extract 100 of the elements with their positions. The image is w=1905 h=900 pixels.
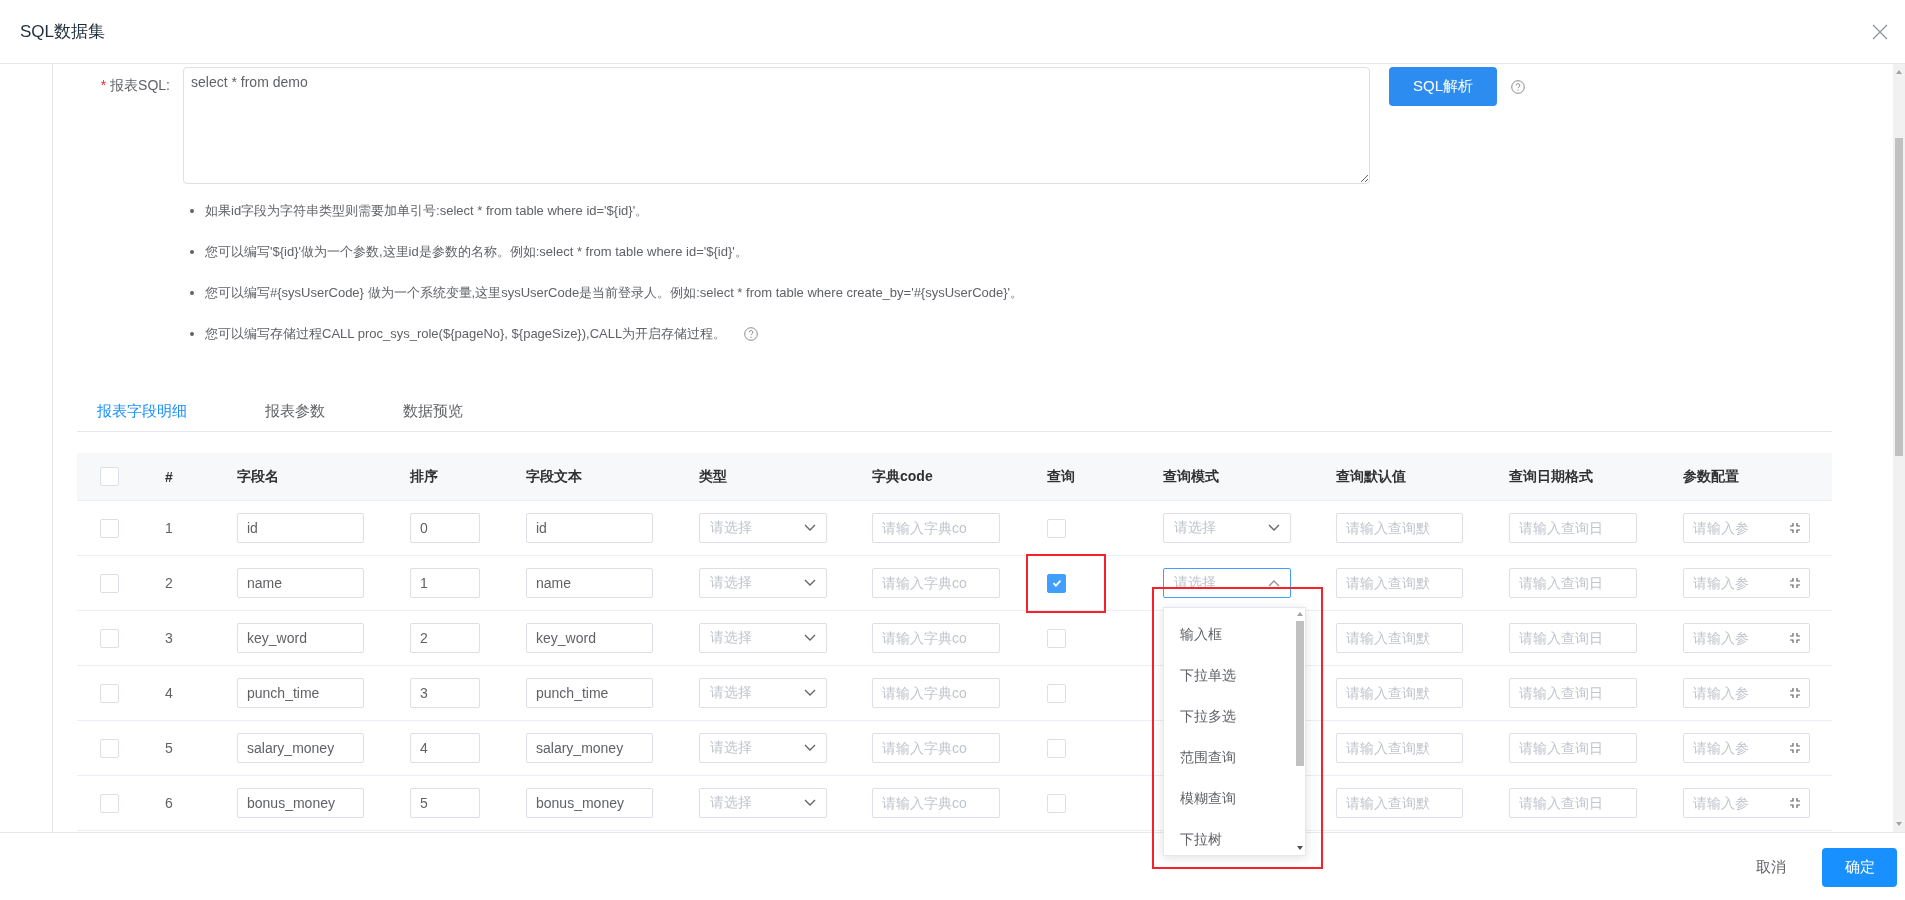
order-input[interactable]: 2 (410, 623, 480, 653)
dict-code-input[interactable]: 请输入字典co (872, 733, 1000, 763)
bullet-icon (190, 290, 194, 295)
bullet-icon (190, 208, 194, 213)
cancel-button[interactable]: 取消 (1740, 848, 1802, 887)
field-name-input[interactable]: bonus_money (237, 788, 364, 818)
field-name-input[interactable]: id (237, 513, 364, 543)
param-config-field[interactable]: 请输入参 (1683, 568, 1810, 598)
column-header: 字段名 (237, 467, 279, 486)
column-header: 字段文本 (526, 467, 582, 486)
help-icon[interactable] (744, 326, 759, 341)
required-mark: * (100, 77, 107, 95)
column-header: 参数配置 (1683, 467, 1739, 486)
chevron-down-icon (804, 634, 816, 642)
default-value-input[interactable]: 请输入查询默 (1336, 678, 1463, 708)
column-header: 查询日期格式 (1509, 467, 1593, 486)
order-input[interactable]: 0 (410, 513, 480, 543)
tab[interactable]: 数据预览 (403, 390, 463, 431)
default-value-input[interactable]: 请输入查询默 (1336, 623, 1463, 653)
field-text-input[interactable]: punch_time (526, 678, 653, 708)
field-text-input[interactable]: bonus_money (526, 788, 653, 818)
tip-text: 如果id字段为字符串类型则需要加单引号:select * from table where id='${id}'。 (205, 202, 649, 219)
shrink-icon[interactable] (1789, 742, 1801, 754)
field-text-input[interactable]: name (526, 568, 653, 598)
check-icon (1050, 577, 1063, 589)
row-number: 4 (165, 685, 173, 701)
tip-text: 您可以编写存储过程CALL proc_sys_role(${pageNo}, ${pageSize}),CALL为开启存储过程。 (205, 325, 727, 342)
bullet-icon (190, 249, 194, 254)
field-text-input[interactable]: key_word (526, 623, 653, 653)
sql-textarea[interactable]: select * from demo (183, 67, 1370, 184)
field-name-input[interactable]: salary_money (237, 733, 364, 763)
tip-text: 您可以编写#{sysUserCode} 做为一个系统变量,这里sysUserCode是当前登录人。例如:select * from table where create_by='#{sysUserCode}'。 (205, 284, 1024, 301)
close-icon[interactable] (1872, 23, 1888, 40)
field-text-input[interactable]: salary_money (526, 733, 653, 763)
chevron-down-icon (1268, 524, 1280, 532)
order-input[interactable]: 1 (410, 568, 480, 598)
dropdown-option[interactable]: 模糊查询 (1164, 778, 1295, 819)
bullet-icon (190, 331, 194, 336)
default-value-input[interactable]: 请输入查询默 (1336, 733, 1463, 763)
dict-code-input[interactable]: 请输入字典co (872, 513, 1000, 543)
field-label: 报表SQL: (110, 77, 170, 95)
dropdown-option[interactable]: 输入框 (1164, 614, 1295, 655)
field-name-input[interactable]: key_word (237, 623, 364, 653)
dict-code-input[interactable]: 请输入字典co (872, 678, 1000, 708)
date-format-input[interactable]: 请输入查询日 (1509, 623, 1637, 653)
default-value-input[interactable]: 请输入查询默 (1336, 513, 1463, 543)
field-text-input[interactable]: id (526, 513, 653, 543)
scrollbar[interactable] (1893, 64, 1905, 832)
param-config-field[interactable]: 请输入参 (1683, 733, 1810, 763)
column-header: 排序 (410, 467, 438, 486)
date-format-input[interactable]: 请输入查询日 (1509, 568, 1637, 598)
dropdown-option[interactable]: 下拉树 (1164, 819, 1295, 860)
param-config-field[interactable]: 请输入参 (1683, 513, 1810, 543)
row-number: 1 (165, 520, 173, 536)
tab[interactable]: 报表参数 (265, 390, 325, 431)
column-header: 查询模式 (1163, 467, 1219, 486)
shrink-icon[interactable] (1789, 687, 1801, 699)
dict-code-input[interactable]: 请输入字典co (872, 568, 1000, 598)
dropdown-option[interactable]: 范围查询 (1164, 737, 1295, 778)
column-header: # (165, 468, 173, 485)
param-config-field[interactable]: 请输入参 (1683, 678, 1810, 708)
row-number: 3 (165, 630, 173, 646)
date-format-input[interactable]: 请输入查询日 (1509, 788, 1637, 818)
date-format-input[interactable]: 请输入查询日 (1509, 513, 1637, 543)
chevron-up-icon (1268, 579, 1280, 587)
dict-code-input[interactable]: 请输入字典co (872, 788, 1000, 818)
date-format-input[interactable]: 请输入查询日 (1509, 733, 1637, 763)
dict-code-input[interactable]: 请输入字典co (872, 623, 1000, 653)
shrink-icon[interactable] (1789, 797, 1801, 809)
tab[interactable]: 报表字段明细 (97, 390, 187, 431)
order-input[interactable]: 5 (410, 788, 480, 818)
param-config-field[interactable]: 请输入参 (1683, 623, 1810, 653)
dropdown-option[interactable]: 下拉多选 (1164, 696, 1295, 737)
row-number: 2 (165, 575, 173, 591)
param-config-field[interactable]: 请输入参 (1683, 788, 1810, 818)
shrink-icon[interactable] (1789, 577, 1801, 589)
column-header: 类型 (699, 467, 727, 486)
column-header: 查询默认值 (1336, 467, 1406, 486)
chevron-down-icon (804, 579, 816, 587)
field-name-input[interactable]: name (237, 568, 364, 598)
date-format-input[interactable]: 请输入查询日 (1509, 678, 1637, 708)
chevron-down-icon (804, 689, 816, 697)
chevron-down-icon (804, 799, 816, 807)
dropdown-option[interactable]: 下拉单选 (1164, 655, 1295, 696)
chevron-down-icon (804, 744, 816, 752)
default-value-input[interactable]: 请输入查询默 (1336, 568, 1463, 598)
field-name-input[interactable]: punch_time (237, 678, 364, 708)
column-header: 查询 (1047, 467, 1075, 486)
shrink-icon[interactable] (1789, 522, 1801, 534)
row-number: 6 (165, 795, 173, 811)
tip-text: 您可以编写'${id}'做为一个参数,这里id是参数的名称。例如:select * from table where id='${id}'。 (205, 243, 748, 260)
dialog-title: SQL数据集 (20, 21, 106, 43)
default-value-input[interactable]: 请输入查询默 (1336, 788, 1463, 818)
order-input[interactable]: 3 (410, 678, 480, 708)
row-number: 5 (165, 740, 173, 756)
help-icon[interactable] (1511, 80, 1525, 94)
order-input[interactable]: 4 (410, 733, 480, 763)
sql-parse-button[interactable]: SQL解析 (1389, 67, 1497, 106)
shrink-icon[interactable] (1789, 632, 1801, 644)
checkbox[interactable] (1047, 573, 1066, 593)
